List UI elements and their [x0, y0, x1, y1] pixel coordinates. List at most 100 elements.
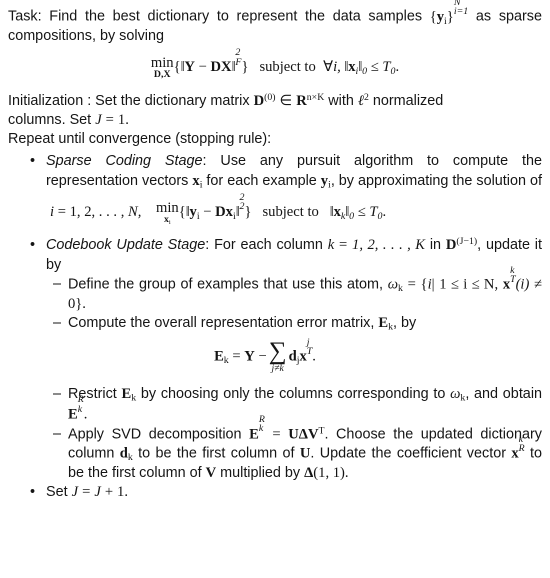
compute-error-text: Compute the overall representation error…	[68, 315, 375, 332]
substep-compute-error: – Compute the overall representation err…	[8, 314, 542, 385]
coeff-vector-x: x	[192, 172, 200, 189]
coefficient-vector-xR: x	[511, 445, 519, 462]
restrict-text-a: Restrict	[68, 386, 117, 403]
sparse-coding-title: Sparse Coding Stage	[46, 153, 203, 170]
eq-sparse-body: {‖yi − Dxi‖ 2 2}	[178, 192, 252, 222]
index-range-N: N,	[128, 204, 142, 221]
restricted-error-E: E	[68, 406, 78, 423]
codebook-update-title: Codebook Update Stage	[46, 237, 206, 254]
sparse-coding-text: Sparse Coding Stage: Use any pursuit alg…	[46, 152, 542, 191]
initialization-normalized: normalized	[372, 92, 444, 109]
algorithm-steps-list: • Sparse Coding Stage: Use any pursuit a…	[8, 152, 542, 502]
reals-symbol: R	[296, 92, 307, 109]
sparse-coding-text-b: for each example	[206, 172, 317, 189]
initialization-lead: Initialization : Set the dictionary matr…	[8, 92, 250, 109]
svd-U: U	[288, 426, 299, 442]
xR-k-limits: kR	[518, 434, 525, 455]
define-group-text: Define the group of examples that use th…	[68, 276, 384, 293]
set-label: Set	[46, 484, 68, 501]
error-matrix-E: E	[378, 315, 389, 332]
sparse-coding-text-c: , by approximating the solution of	[330, 172, 542, 189]
not-equal-icon: ≠	[534, 276, 543, 293]
eq-main-body: {‖Y − DX‖ 2 F}	[173, 47, 249, 76]
restrict-omega: ω	[450, 386, 461, 403]
task-lead: Task: Find the best dictionary to repres…	[8, 8, 423, 25]
algorithm-page: Task: Find the best dictionary to repres…	[0, 0, 550, 503]
svd-Delta: Δ	[298, 426, 308, 442]
step-increment-j: • Set J = J + 1.	[8, 483, 542, 502]
task-sample-set: {yi} Ni=1	[429, 0, 469, 27]
svd-E: E	[249, 426, 259, 442]
index-range-list: 1, 2, . . . ,	[69, 204, 125, 221]
row-x-T: x	[299, 348, 307, 365]
eq-main-constraint: ∀i, ‖xi‖0 ≤ T0.	[323, 59, 400, 77]
ell-superscript: 2	[363, 91, 369, 103]
subject-to-label-main: subject to	[259, 59, 316, 76]
increment-j-text: Set J = J + 1.	[46, 484, 128, 501]
codebook-substeps-list: – Define the group of examples that use …	[8, 265, 543, 483]
subject-to-label-sparse: subject to	[262, 204, 319, 221]
svd-text-f: multiplied by	[220, 465, 301, 482]
svd-V: V	[307, 426, 319, 442]
eq-sparse-constraint: ‖xk‖0 ≤ T0.	[329, 204, 387, 222]
index-i: i	[50, 204, 55, 221]
reals-dimensions: n×K	[306, 91, 325, 103]
min-operator-xi: min xi	[155, 200, 179, 226]
bullet-icon: •	[30, 153, 36, 170]
omega-sub: k	[398, 283, 403, 295]
eq-error-Y: Y	[244, 348, 255, 365]
delta-symbol: Δ	[304, 465, 314, 482]
svd-text-d: . Update the coefficient vector	[310, 445, 506, 462]
sparse-coding-colon: :	[202, 153, 207, 170]
index-range-constraint: 1 ≤ i ≤ N,	[439, 276, 499, 293]
dash-icon: –	[53, 386, 62, 403]
task-paragraph: Task: Find the best dictionary to repres…	[8, 0, 542, 46]
svd-text-c: to be the first column of	[138, 445, 295, 462]
dash-icon: –	[53, 276, 62, 293]
delta-args: (1, 1).	[313, 465, 349, 482]
svd-text-a: Apply SVD decomposition	[68, 426, 242, 442]
omega-symbol: ω	[387, 276, 399, 293]
restrict-text-c: , and obtain	[465, 386, 543, 403]
element-of-icon: ∈	[279, 92, 293, 109]
min-operator-DX: min D,X	[150, 55, 174, 80]
sample-symbol-y: y	[436, 8, 445, 25]
column-index-k: k	[327, 237, 335, 254]
dictionary-symbol-D: D	[253, 92, 265, 109]
codebook-update-text: Codebook Update Stage: For each column k…	[46, 236, 542, 273]
sample-index: i	[444, 15, 447, 27]
task-tail-1: as	[475, 8, 492, 25]
bullet-icon: •	[30, 237, 36, 254]
step-codebook-update: • Codebook Update Stage: For each column…	[8, 236, 542, 483]
initialization-with: with	[328, 92, 354, 109]
restrict-E: E	[121, 386, 132, 403]
svd-E-limits: Rk	[258, 414, 265, 435]
sample-set-limits: Ni=1	[453, 0, 469, 17]
codebook-update-colon: :	[205, 237, 210, 254]
dash-icon: –	[53, 425, 62, 442]
repeat-until-convergence: Repeat until convergence (stopping rule)…	[8, 131, 272, 148]
svd-V2: V	[205, 465, 217, 482]
substep-restrict: – Restrict Ek by choosing only the colum…	[53, 386, 543, 423]
dictionary-superscript: (0)	[264, 91, 276, 103]
column-index-list: 1, 2, . . . , K	[352, 237, 426, 254]
substep-apply-svd: – Apply SVD decomposition ERk = UΔVT. Ch…	[53, 414, 543, 482]
initialization-line2: columns. Set J = 1.	[8, 111, 542, 130]
iteration-symbol-J: J	[95, 111, 102, 128]
dictionary-symbol-D-prev: D	[445, 237, 457, 254]
atom-d: d	[288, 348, 297, 365]
eq-error-E: E	[214, 348, 224, 365]
step-sparse-coding: • Sparse Coding Stage: Use any pursuit a…	[8, 152, 542, 236]
iteration-initial-value: 1.	[117, 111, 129, 128]
equation-error-matrix: Ek = Y − ∑ j≠k djx j T.	[214, 336, 316, 374]
equals-sign: =	[105, 111, 114, 128]
codebook-comma: ,	[477, 237, 482, 254]
coeff-vector-x-sub: i	[199, 179, 203, 191]
codebook-update-text-a: For each column	[214, 237, 323, 254]
svd-U2: U	[299, 445, 311, 462]
initialization-paragraph: Initialization : Set the dictionary matr…	[8, 92, 542, 111]
increment-J: J	[71, 484, 79, 501]
equation-sparse-coding: i = 1, 2, . . . , N, min xi {‖yi − Dxi‖ 2…	[50, 192, 387, 226]
sparse-code-x-T: x	[502, 276, 511, 293]
updated-atom-d: d	[119, 445, 128, 462]
